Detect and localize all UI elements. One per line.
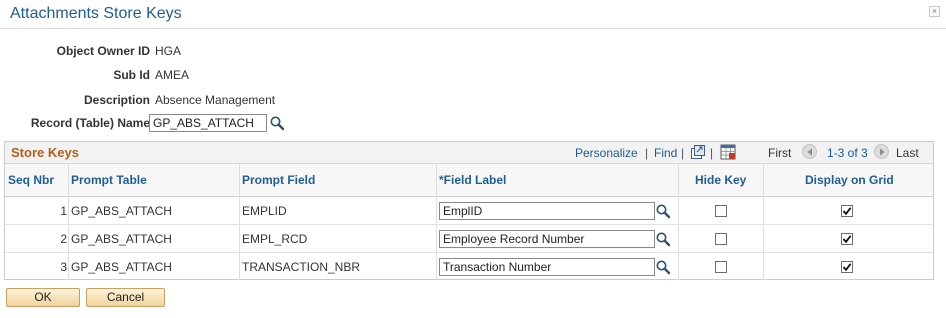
record-name-input[interactable]: GP_ABS_ATTACH xyxy=(149,114,267,132)
col-field-label: *Field Label xyxy=(439,173,507,187)
object-owner-id-label: Object Owner ID xyxy=(56,44,150,58)
col-hide-key: Hide Key xyxy=(695,173,747,187)
prompt-field-cell: EMPLID xyxy=(242,204,287,218)
prompt-field-cell: EMPL_RCD xyxy=(242,232,308,246)
window-title: Attachments Store Keys xyxy=(10,5,182,22)
description-label: Description xyxy=(83,93,150,107)
sub-id-value: AMEA xyxy=(155,68,190,82)
seq-nbr-cell: 2 xyxy=(60,232,67,246)
object-owner-id-row: Object Owner ID HGA xyxy=(0,44,946,62)
next-arrow-icon[interactable] xyxy=(874,144,889,159)
display-on-grid-checkbox[interactable] xyxy=(841,233,853,245)
col-prompt-table: Prompt Table xyxy=(71,173,147,187)
prompt-table-cell: GP_ABS_ATTACH xyxy=(71,232,172,246)
row-range: 1-3 of 3 xyxy=(827,146,868,160)
field-label-lookup-icon[interactable] xyxy=(655,231,671,247)
last-label: Last xyxy=(896,146,919,160)
record-name-row: Record (Table) Name GP_ABS_ATTACH xyxy=(0,114,946,134)
display-on-grid-checkbox[interactable] xyxy=(841,205,853,217)
prompt-table-cell: GP_ABS_ATTACH xyxy=(71,260,172,274)
description-row: Description Absence Management xyxy=(0,93,946,111)
hide-key-checkbox[interactable] xyxy=(715,205,727,217)
sub-id-label: Sub Id xyxy=(113,68,150,82)
object-owner-id-value: HGA xyxy=(155,44,182,58)
sub-id-row: Sub Id AMEA xyxy=(0,68,946,86)
field-label-lookup-icon[interactable] xyxy=(655,259,671,275)
col-prompt-field: Prompt Field xyxy=(242,173,316,187)
table-row: 2 GP_ABS_ATTACH EMPL_RCD Employee Record… xyxy=(5,225,933,253)
column-header-row: Seq Nbr Prompt Table Prompt Field *Field… xyxy=(5,164,933,197)
nav-separator: | xyxy=(710,146,714,160)
seq-nbr-cell: 3 xyxy=(60,260,67,274)
personalize-link[interactable]: Personalize xyxy=(575,146,638,160)
grid-title: Store Keys xyxy=(11,145,79,160)
field-label-lookup-icon[interactable] xyxy=(655,203,671,219)
previous-arrow-icon[interactable] xyxy=(802,144,817,159)
store-keys-grid: Store Keys Personalize | Find | | First … xyxy=(4,141,934,280)
download-grid-icon[interactable] xyxy=(720,144,736,160)
field-label-input[interactable]: EmplID xyxy=(439,202,655,220)
field-label-input[interactable]: Employee Record Number xyxy=(439,230,655,248)
record-name-lookup-icon[interactable] xyxy=(269,115,285,131)
find-link[interactable]: Find xyxy=(654,146,677,160)
hide-key-checkbox[interactable] xyxy=(715,261,727,273)
record-name-label: Record (Table) Name xyxy=(30,116,150,130)
view-all-icon[interactable] xyxy=(690,144,706,160)
first-label: First xyxy=(768,146,792,160)
col-display-on-grid: Display on Grid xyxy=(805,173,894,187)
display-on-grid-checkbox[interactable] xyxy=(841,261,853,273)
field-label-input[interactable]: Transaction Number xyxy=(439,258,655,276)
title-bar: Attachments Store Keys × xyxy=(0,0,946,29)
prompt-field-cell: TRANSACTION_NBR xyxy=(242,260,361,274)
table-row: 3 GP_ABS_ATTACH TRANSACTION_NBR Transact… xyxy=(5,253,933,281)
cancel-button[interactable]: Cancel xyxy=(86,288,165,307)
grid-header-bar: Store Keys Personalize | Find | | First … xyxy=(5,142,933,164)
seq-nbr-cell: 1 xyxy=(60,204,67,218)
nav-separator: | xyxy=(681,146,685,160)
prompt-table-cell: GP_ABS_ATTACH xyxy=(71,204,172,218)
close-icon[interactable]: × xyxy=(929,6,940,17)
description-value: Absence Management xyxy=(155,93,276,107)
col-seq-nbr: Seq Nbr xyxy=(8,173,55,187)
ok-button[interactable]: OK xyxy=(6,288,80,307)
table-row: 1 GP_ABS_ATTACH EMPLID EmplID xyxy=(5,197,933,225)
hide-key-checkbox[interactable] xyxy=(715,233,727,245)
nav-separator: | xyxy=(645,146,649,160)
